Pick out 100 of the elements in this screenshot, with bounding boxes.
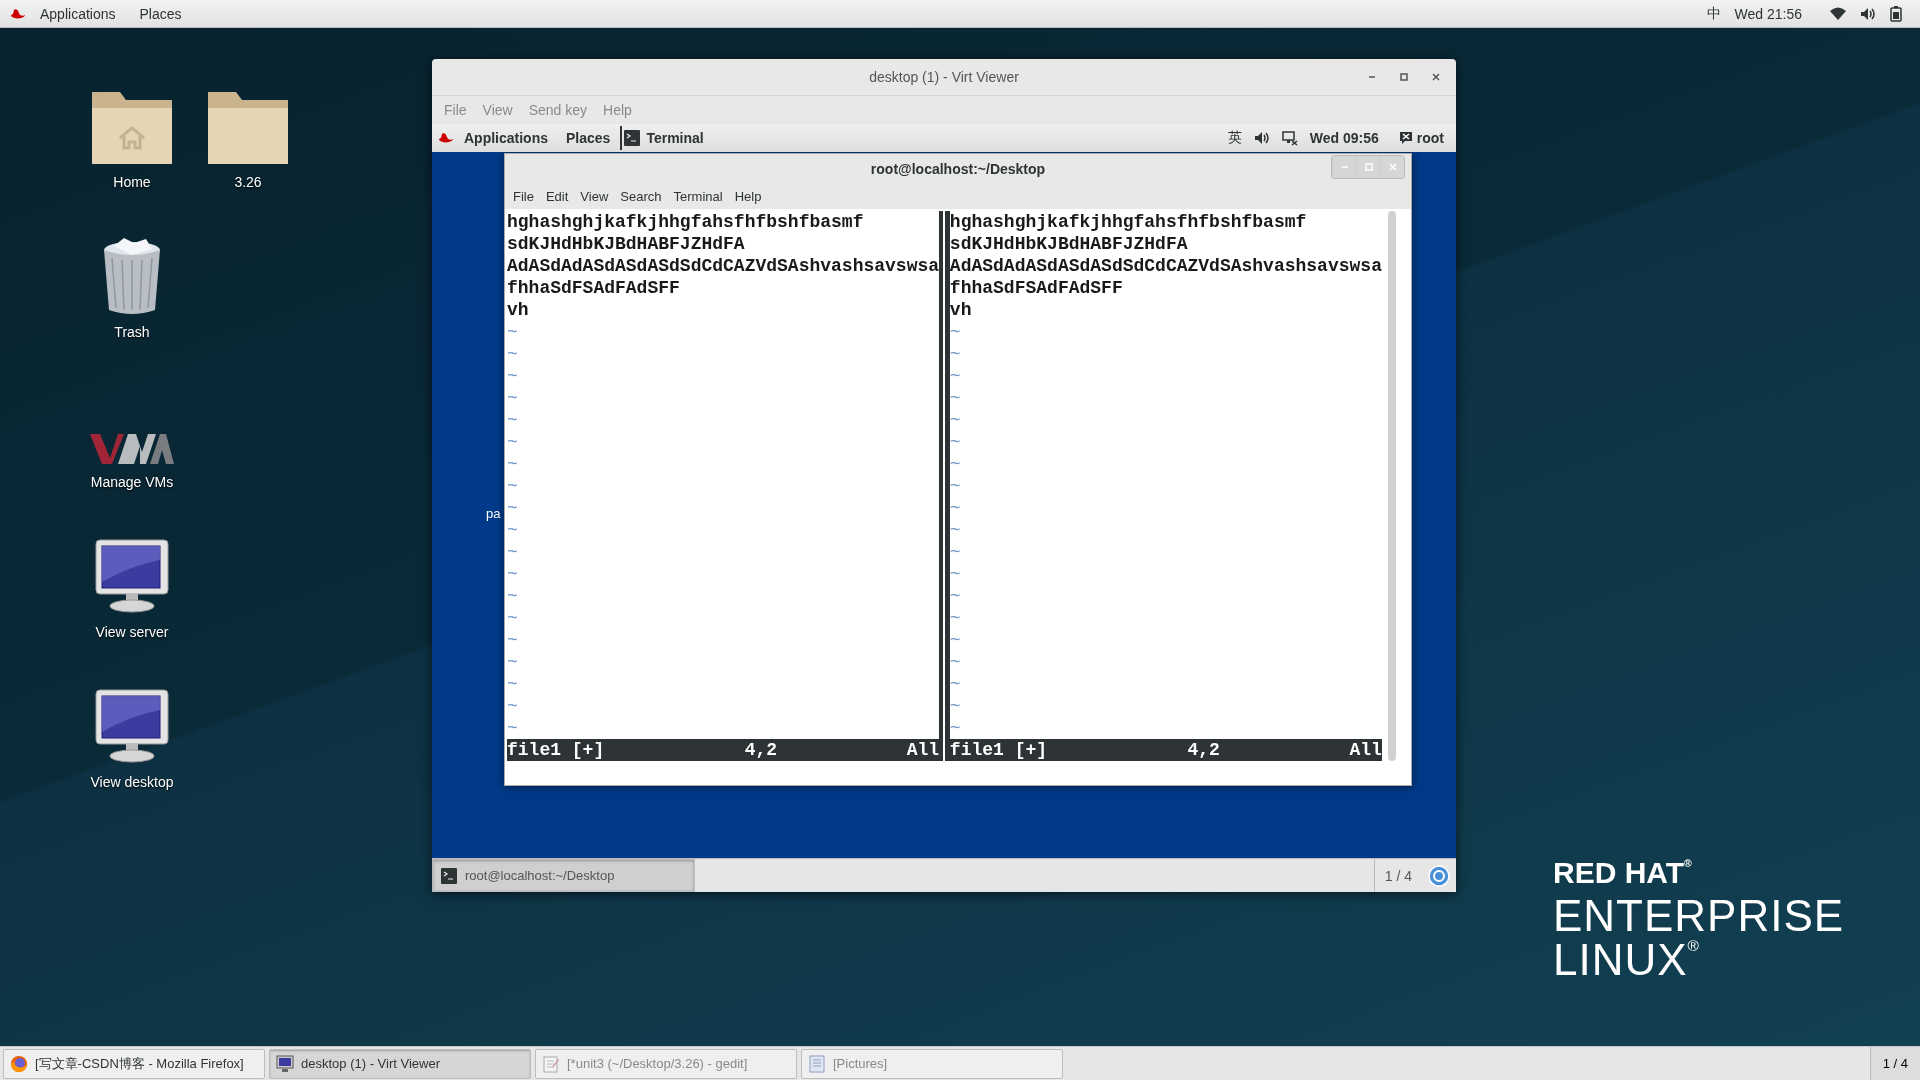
text-line: AdASdAdASdASdASdSdCdCAZVdSAshvashsavswsa <box>949 255 1382 277</box>
scroll-position: All <box>1349 739 1382 761</box>
empty-line-marker: ~ <box>507 607 519 629</box>
empty-line-marker: ~ <box>507 343 519 365</box>
user-menu-icon <box>1398 131 1413 145</box>
empty-line-marker: ~ <box>949 629 962 651</box>
empty-line-marker: ~ <box>949 497 962 519</box>
monitor-icon <box>276 1054 294 1073</box>
menu-item[interactable]: Edit <box>539 188 575 204</box>
menu-item[interactable]: Search <box>614 188 668 204</box>
empty-line-marker: ~ <box>507 453 519 475</box>
text-line: vh <box>949 299 973 321</box>
menu-item[interactable]: Help <box>728 188 768 204</box>
text-line: AdASdAdASdASdASdSdCdCAZVdSAshvashsavswsa <box>507 255 940 277</box>
wifi-icon <box>1830 6 1846 21</box>
empty-line-marker: ~ <box>507 519 519 541</box>
monitor-icon <box>92 688 172 766</box>
empty-line-marker: ~ <box>949 321 962 343</box>
menu-button[interactable]: Applications <box>30 5 126 22</box>
empty-line-marker: ~ <box>507 541 519 563</box>
menu-button[interactable]: Places <box>129 5 192 22</box>
empty-line-marker: ~ <box>507 629 519 651</box>
desktop-icon-label[interactable]: Manage VMs <box>90 474 174 490</box>
minimize-icon <box>1368 76 1376 78</box>
file-name: file1 [+] <box>949 739 1049 761</box>
empty-line-marker: ~ <box>507 497 519 519</box>
task-button[interactable]: Terminal <box>620 126 714 150</box>
empty-line-marker: ~ <box>949 717 962 739</box>
empty-line-marker: ~ <box>507 651 519 673</box>
text-line: sdKJHdHbKJBdHABFJZHdFA <box>949 233 1189 255</box>
text-line: hghashghjkafkjhhgfahsfhfbshfbasmf <box>507 211 865 233</box>
workspace-indicator[interactable]: 1 / 4 <box>1384 867 1412 884</box>
desktop-icon-label[interactable]: Home <box>113 174 151 190</box>
empty-line-marker: ~ <box>507 695 519 717</box>
hat-logo-icon <box>10 6 26 21</box>
maximize-icon <box>1364 163 1373 171</box>
text-line: fhhaSdFSAdFAdSFF <box>949 277 1124 299</box>
menu-button[interactable]: Places <box>558 130 619 146</box>
task-button[interactable]: root@localhost:~/Desktop <box>432 859 695 892</box>
input-method-indicator[interactable]: 英 <box>1227 129 1242 147</box>
empty-line-marker: ~ <box>949 541 962 563</box>
maximize-button[interactable] <box>1356 156 1380 178</box>
empty-line-marker: ~ <box>507 321 519 343</box>
desktop-icon-label[interactable]: pa <box>486 506 501 521</box>
menu-button[interactable]: Applications <box>456 130 556 146</box>
monitor-icon <box>92 538 172 616</box>
desktop-icon-label[interactable]: 3.26 <box>234 174 262 190</box>
text-editor-icon <box>542 1054 560 1073</box>
text-line: vh <box>507 299 530 321</box>
input-method-indicator[interactable]: 中 <box>1706 4 1721 23</box>
menu-item[interactable]: File <box>507 188 540 204</box>
task-button[interactable]: desktop (1) - Virt Viewer <box>269 1048 531 1079</box>
vm-logo-icon <box>90 432 174 466</box>
empty-line-marker: ~ <box>507 475 519 497</box>
scrollbar[interactable] <box>1387 211 1396 761</box>
empty-line-marker: ~ <box>949 365 962 387</box>
close-icon <box>1388 163 1397 171</box>
desktop-icon-label[interactable]: View server <box>95 624 169 640</box>
menu-item[interactable]: Terminal <box>667 188 729 204</box>
maximize-icon <box>1400 73 1408 81</box>
logo-text: LINUX$^{®}$ <box>1553 938 1701 982</box>
network-icon <box>1281 130 1298 146</box>
empty-line-marker: ~ <box>949 673 962 695</box>
text-line: hghashghjkafkjhhgfahsfhfbshfbasmf <box>949 211 1308 233</box>
cursor-position: 4,2 <box>744 739 779 761</box>
empty-line-marker: ~ <box>949 409 962 431</box>
volume-icon <box>1253 130 1270 146</box>
user-menu[interactable]: root <box>1416 130 1444 146</box>
empty-line-marker: ~ <box>949 475 962 497</box>
empty-line-marker: ~ <box>507 585 519 607</box>
desktop-icon-label[interactable]: View desktop <box>90 774 174 790</box>
clock[interactable]: Wed 09:56 <box>1309 130 1379 146</box>
menu-item[interactable]: View <box>574 188 615 204</box>
empty-line-marker: ~ <box>949 453 962 475</box>
empty-line-marker: ~ <box>507 365 519 387</box>
empty-line-marker: ~ <box>949 563 962 585</box>
empty-line-marker: ~ <box>949 651 962 673</box>
empty-line-marker: ~ <box>507 409 519 431</box>
logo-text: RED HAT$^{®}$ <box>1553 858 1693 888</box>
empty-line-marker: ~ <box>949 431 962 453</box>
empty-line-marker: ~ <box>949 607 962 629</box>
window-title: desktop (1) - Virt Viewer <box>869 69 1019 85</box>
text-line: sdKJHdHbKJBdHABFJZHdFA <box>507 233 746 255</box>
empty-line-marker: ~ <box>949 695 962 717</box>
battery-icon <box>1890 5 1902 22</box>
empty-line-marker: ~ <box>507 387 519 409</box>
task-button[interactable]: [写文章-CSDN博客 - Mozilla Firefox] <box>3 1048 265 1079</box>
text-line: fhhaSdFSAdFAdSFF <box>507 277 681 299</box>
empty-line-marker: ~ <box>507 673 519 695</box>
minimize-button[interactable] <box>1332 156 1356 178</box>
close-button[interactable] <box>1380 156 1404 178</box>
scroll-position: All <box>906 739 940 761</box>
file-name: file1 [+] <box>507 739 606 761</box>
desktop-icon-label[interactable]: Trash <box>114 324 150 340</box>
empty-line-marker: ~ <box>507 717 519 739</box>
logo-text: ENTERPRISE <box>1553 894 1845 938</box>
hat-logo-icon <box>438 131 454 145</box>
empty-line-marker: ~ <box>507 563 519 585</box>
clock[interactable]: Wed 21:56 <box>1734 5 1802 22</box>
close-icon <box>1432 73 1440 81</box>
